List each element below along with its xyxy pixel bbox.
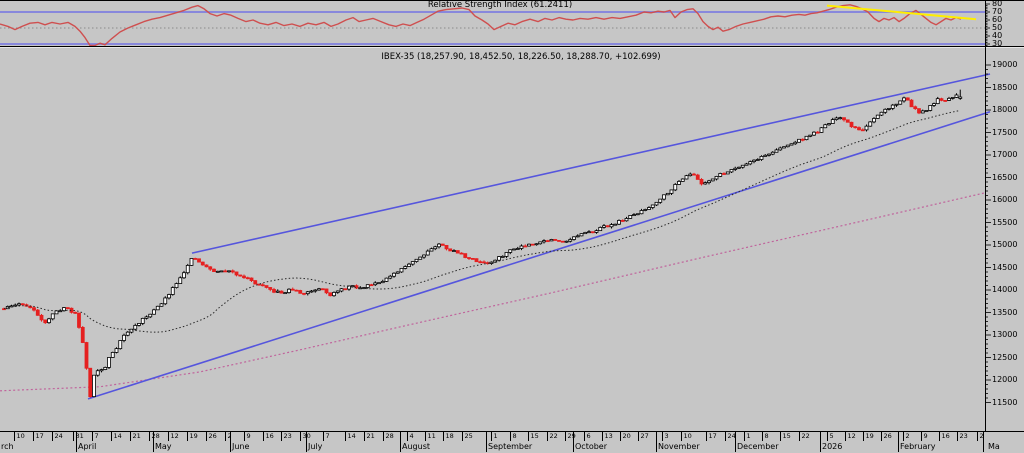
price-y-tick-label: 15500	[992, 219, 1017, 227]
day-tick-label: 8	[765, 433, 769, 440]
day-tick-label: 7	[95, 433, 99, 440]
day-tick-label: 5	[830, 433, 834, 440]
day-tick-label: 4	[410, 433, 414, 440]
lower-channel-line	[88, 112, 990, 399]
day-tick-label: 23	[284, 433, 292, 440]
price-y-tick-label: 13500	[992, 309, 1017, 317]
month-label: June	[232, 443, 249, 451]
price-y-tick-label: 17000	[992, 151, 1017, 159]
day-tick-label: 13	[605, 433, 613, 440]
moving-average-line	[4, 111, 960, 333]
day-tick-label: 6	[587, 433, 591, 440]
day-tick-label: 10	[684, 433, 692, 440]
chart-window: Relative Strength Index (61.2411) IBEX-3…	[0, 0, 1024, 453]
day-tick-label: 16	[266, 433, 274, 440]
month-label: Ma	[988, 443, 1000, 451]
day-tick-label: 2	[906, 433, 910, 440]
day-tick-label: 1	[494, 433, 498, 440]
day-tick-label: 9	[247, 433, 251, 440]
day-tick-label: 12	[848, 433, 856, 440]
candlestick-series	[3, 90, 962, 398]
day-tick-label: 20	[623, 433, 631, 440]
price-y-tick-label: 18000	[992, 106, 1017, 114]
price-panel-title: IBEX-35 (18,257.90, 18,452.50, 18,226.50…	[321, 53, 721, 62]
day-tick-label: 15	[531, 433, 539, 440]
day-tick-label: 25	[465, 433, 473, 440]
day-tick-label: 24	[728, 433, 736, 440]
day-tick-label: 30	[303, 433, 311, 440]
month-label: October	[575, 443, 607, 451]
month-label: 2026	[822, 443, 842, 451]
day-tick-label: 2	[980, 433, 984, 440]
long-term-ma-line	[0, 193, 985, 391]
day-tick-label: 29	[568, 433, 576, 440]
day-tick-label: 21	[133, 433, 141, 440]
price-y-tick-label: 14500	[992, 264, 1017, 272]
day-tick-label: 18	[446, 433, 454, 440]
day-tick-label: 22	[550, 433, 558, 440]
day-tick-label: 1	[747, 433, 751, 440]
day-tick-label: 8	[513, 433, 517, 440]
day-tick-label: 14	[348, 433, 356, 440]
price-y-tick-label: 16500	[992, 174, 1017, 182]
day-tick-label: 23	[960, 433, 968, 440]
rsi-line	[0, 5, 961, 46]
price-y-tick-label: 15000	[992, 241, 1017, 249]
day-tick-label: 10	[17, 433, 25, 440]
day-tick-label: 28	[152, 433, 160, 440]
month-label: September	[488, 443, 532, 451]
rsi-y-tick-label: 30	[992, 40, 1002, 48]
upper-channel-line	[192, 74, 990, 253]
month-label: February	[900, 443, 935, 451]
day-tick-label: 28	[386, 433, 394, 440]
price-y-tick-label: 12000	[992, 376, 1017, 384]
day-tick-label: 26	[884, 433, 892, 440]
day-tick-label: 11	[428, 433, 436, 440]
price-y-tick-label: 12500	[992, 354, 1017, 362]
day-tick-label: 31	[76, 433, 84, 440]
day-tick-label: 16	[942, 433, 950, 440]
price-y-tick-label: 19000	[992, 61, 1017, 69]
month-label: April	[78, 443, 96, 451]
day-tick-label: 12	[171, 433, 179, 440]
day-tick-label: 21	[367, 433, 375, 440]
day-tick-label: 19	[866, 433, 874, 440]
day-tick-label: 15	[783, 433, 791, 440]
price-y-tick-label: 13000	[992, 331, 1017, 339]
day-tick-label: 9	[924, 433, 928, 440]
day-tick-label: 27	[641, 433, 649, 440]
day-tick-label: 24	[55, 433, 63, 440]
price-y-tick-label: 17500	[992, 129, 1017, 137]
day-tick-label: 19	[190, 433, 198, 440]
day-tick-label: 14	[114, 433, 122, 440]
month-label: rch	[1, 443, 14, 451]
month-label: July	[308, 443, 322, 451]
month-label: August	[402, 443, 430, 451]
day-tick-label: 2	[228, 433, 232, 440]
price-y-tick-label: 16000	[992, 196, 1017, 204]
rsi-panel-title: Relative Strength Index (61.2411)	[300, 1, 700, 10]
price-y-tick-label: 18500	[992, 84, 1017, 92]
day-tick-label: 17	[709, 433, 717, 440]
price-y-tick-label: 14000	[992, 286, 1017, 294]
day-tick-label: 7	[326, 433, 330, 440]
day-tick-label: 17	[36, 433, 44, 440]
day-tick-label: 3	[665, 433, 669, 440]
day-tick-label: 26	[209, 433, 217, 440]
day-tick-label: 22	[802, 433, 810, 440]
month-label: December	[737, 443, 778, 451]
month-label: November	[658, 443, 700, 451]
chart-canvas	[0, 0, 1024, 453]
price-y-tick-label: 11500	[992, 399, 1017, 407]
month-label: May	[155, 443, 172, 451]
